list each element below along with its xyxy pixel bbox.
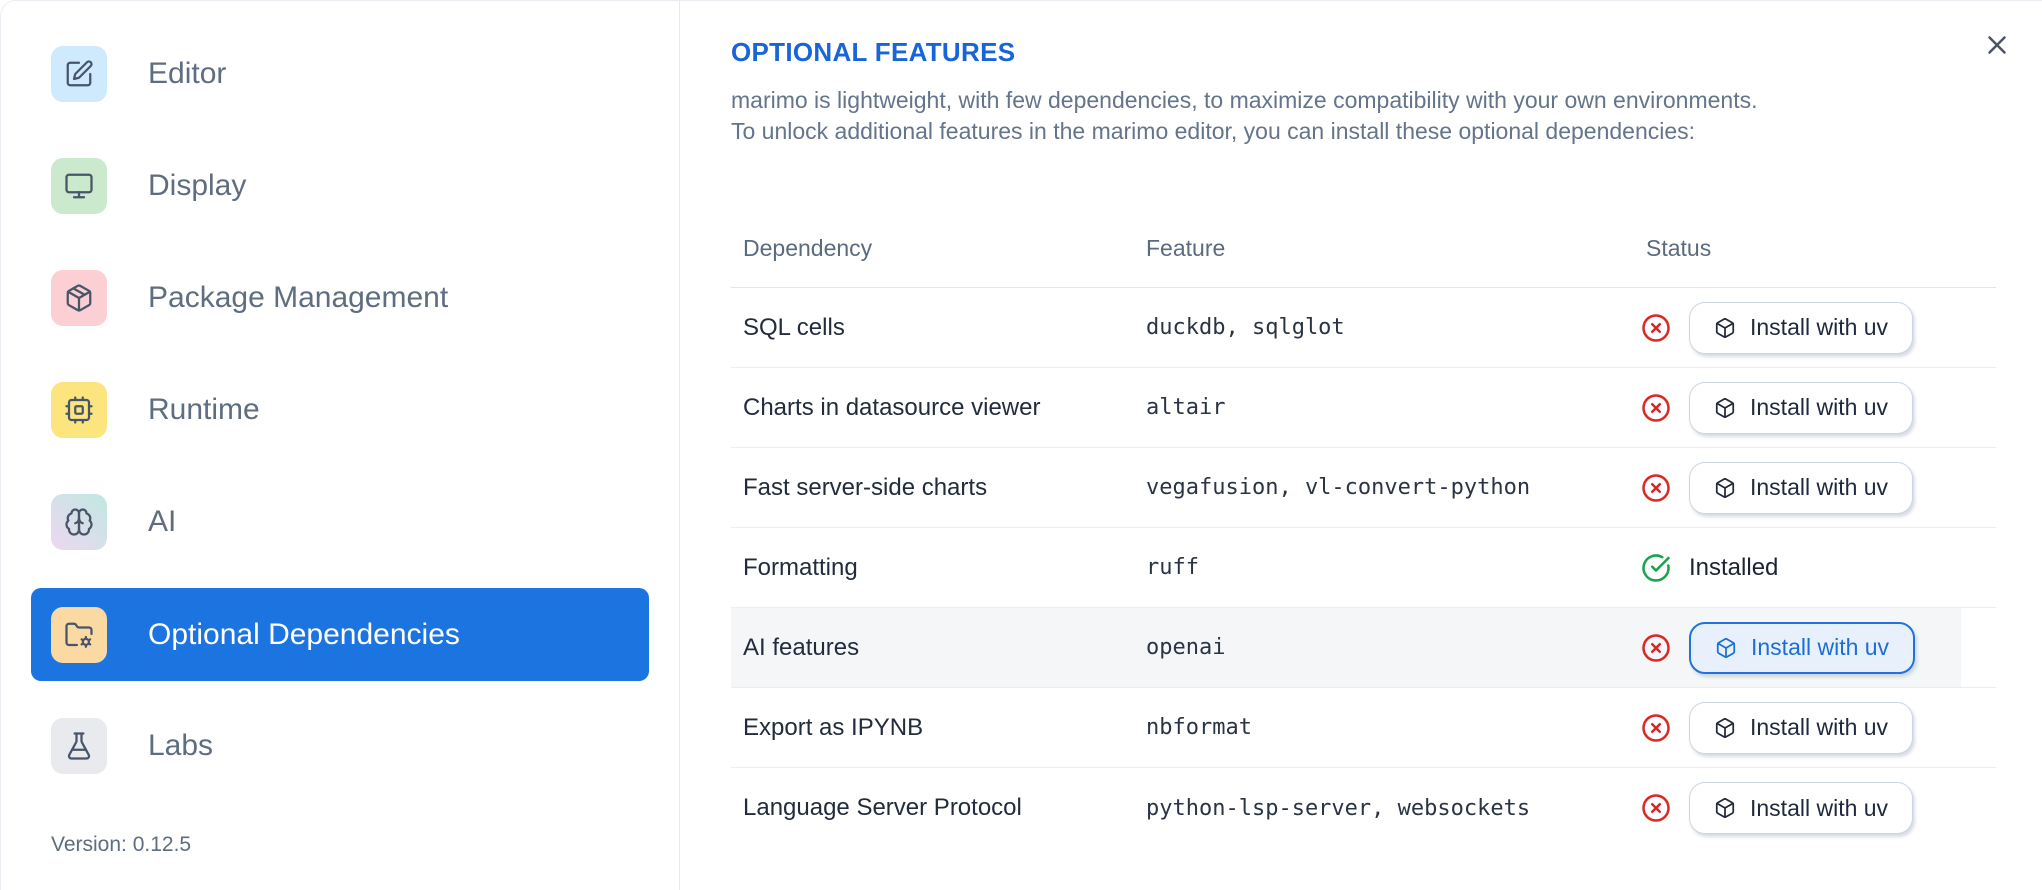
flask-icon [51, 718, 107, 774]
sidebar-item-label: Editor [148, 57, 227, 90]
column-header-dependency: Dependency [743, 234, 873, 261]
square-pen-icon [51, 46, 107, 102]
table-row-sql-cells: SQL cells duckdb, sqlglot Install with u… [731, 288, 1996, 368]
description-line: marimo is lightweight, with few dependen… [731, 87, 1758, 113]
feature-cell: ruff [1146, 555, 1199, 580]
column-header-status: Status [1646, 234, 1712, 261]
sidebar-item-label: Labs [148, 729, 214, 762]
close-button[interactable] [1977, 25, 2017, 65]
status-cell: Install with uv [1641, 782, 1996, 834]
status-cell: Install with uv [1641, 461, 1996, 514]
package-icon [51, 270, 107, 326]
install-button-label: Install with uv [1750, 314, 1889, 340]
install-with-uv-button[interactable]: Install with uv [1689, 621, 1916, 674]
sidebar-item-runtime[interactable]: Runtime [31, 364, 649, 456]
circle-x-icon [1641, 713, 1671, 743]
feature-cell: duckdb, sqlglot [1146, 315, 1345, 340]
panel-description: marimo is lightweight, with few dependen… [731, 85, 2011, 147]
table-row-fast-charts: Fast server-side charts vegafusion, vl-c… [731, 448, 1996, 528]
sidebar-item-optional-dependencies[interactable]: Optional Dependencies [31, 588, 649, 681]
install-with-uv-button[interactable]: Install with uv [1689, 381, 1914, 434]
dependency-cell: AI features [743, 633, 860, 661]
sidebar-item-package-management[interactable]: Package Management [31, 252, 649, 344]
settings-dialog: Editor Display Package Management Runtim… [0, 0, 2042, 890]
table-header-row: Dependency Feature Status [731, 209, 1996, 288]
install-button-label: Install with uv [1750, 714, 1889, 740]
circle-x-icon [1641, 473, 1671, 503]
install-button-label: Install with uv [1750, 474, 1889, 500]
installed-status-label: Installed [1689, 553, 1779, 581]
sidebar-item-ai[interactable]: AI [31, 476, 649, 568]
circle-x-icon [1641, 633, 1671, 663]
sidebar-item-label: Optional Dependencies [148, 617, 460, 651]
feature-cell: vegafusion, vl-convert-python [1146, 475, 1531, 500]
sidebar-item-editor[interactable]: Editor [31, 28, 649, 120]
version-label: Version: 0.12.5 [51, 833, 192, 856]
sidebar-item-label: Runtime [148, 393, 260, 426]
install-with-uv-button[interactable]: Install with uv [1689, 461, 1914, 514]
cpu-icon [51, 382, 107, 438]
dependency-cell: Fast server-side charts [743, 473, 988, 501]
circle-x-icon [1641, 313, 1671, 343]
status-cell: Install with uv [1641, 701, 1996, 754]
table-row-language-server: Language Server Protocol python-lsp-serv… [731, 768, 1996, 848]
box-icon [1714, 797, 1736, 819]
install-button-label: Install with uv [1750, 394, 1889, 420]
monitor-icon [51, 158, 107, 214]
box-icon [1714, 397, 1736, 419]
feature-cell: openai [1146, 635, 1226, 660]
install-with-uv-button[interactable]: Install with uv [1689, 782, 1914, 834]
box-icon [1714, 317, 1736, 339]
circle-x-icon [1641, 393, 1671, 423]
sidebar-item-labs[interactable]: Labs [31, 700, 649, 792]
settings-sidebar: Editor Display Package Management Runtim… [1, 1, 680, 890]
feature-cell: python-lsp-server, websockets [1146, 795, 1531, 821]
status-cell: Install with uv [1641, 621, 1996, 674]
dependencies-table: Dependency Feature Status SQL cells duck… [731, 209, 1996, 848]
install-button-label: Install with uv [1750, 794, 1889, 821]
install-with-uv-button[interactable]: Install with uv [1689, 301, 1914, 354]
optional-features-panel: OPTIONAL FEATURES marimo is lightweight,… [681, 1, 2042, 890]
dependency-cell: SQL cells [743, 313, 845, 341]
dependency-cell: Export as IPYNB [743, 713, 924, 741]
box-icon [1714, 477, 1736, 499]
dependency-cell: Formatting [743, 553, 858, 581]
dependency-cell: Charts in datasource viewer [743, 393, 1041, 421]
sidebar-item-label: AI [148, 505, 177, 538]
status-cell: Installed [1641, 553, 1996, 583]
sidebar-item-label: Display [148, 169, 247, 202]
table-row-export-ipynb: Export as IPYNB nbformat Install with uv [731, 688, 1996, 768]
install-with-uv-button[interactable]: Install with uv [1689, 701, 1914, 754]
status-cell: Install with uv [1641, 381, 1996, 434]
column-header-feature: Feature [1146, 234, 1226, 261]
description-line: To unlock additional features in the mar… [731, 118, 1696, 144]
status-cell: Install with uv [1641, 301, 1996, 354]
page-title: OPTIONAL FEATURES [731, 37, 1016, 67]
folder-cog-icon [51, 606, 107, 663]
sidebar-item-display[interactable]: Display [31, 140, 649, 232]
box-icon [1715, 637, 1737, 659]
close-icon [1982, 30, 2012, 60]
table-row-formatting: Formatting ruff Installed [731, 528, 1996, 608]
dependency-cell: Language Server Protocol [743, 794, 1022, 821]
brain-icon [51, 494, 107, 550]
feature-cell: nbformat [1146, 715, 1252, 740]
feature-cell: altair [1146, 395, 1226, 420]
install-button-label: Install with uv [1751, 634, 1890, 660]
table-row-charts-datasource: Charts in datasource viewer altair Insta… [731, 368, 1996, 448]
circle-x-icon [1641, 793, 1671, 823]
sidebar-item-label: Package Management [148, 281, 449, 314]
circle-check-icon [1641, 553, 1671, 583]
table-row-ai-features: AI features openai Install with uv [731, 608, 1996, 688]
box-icon [1714, 717, 1736, 739]
